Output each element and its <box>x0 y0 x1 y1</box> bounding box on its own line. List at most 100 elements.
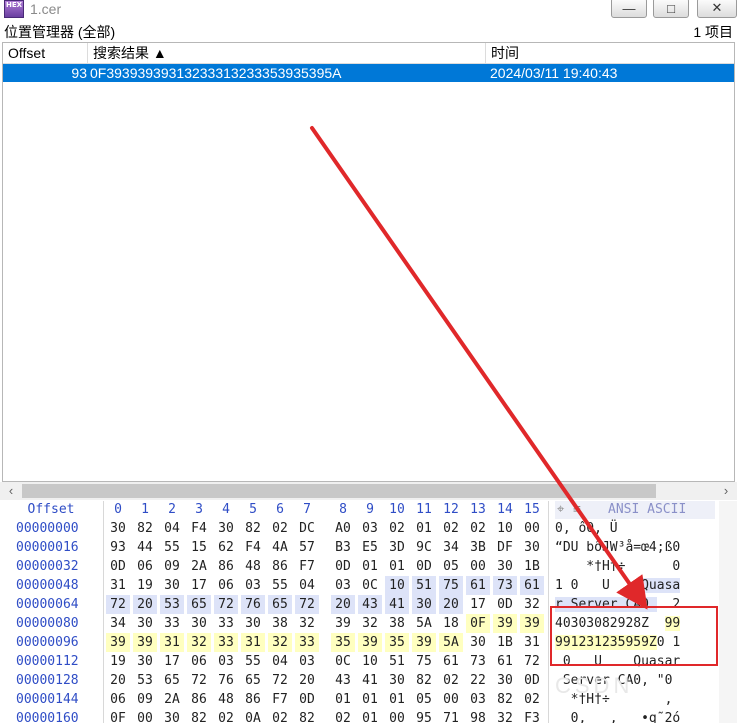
hex-byte[interactable]: 75 <box>412 652 436 671</box>
hex-byte[interactable]: 82 <box>241 519 265 538</box>
hex-byte[interactable]: 32 <box>295 614 319 633</box>
hex-byte[interactable]: 39 <box>520 614 544 633</box>
hex-byte[interactable]: 30 <box>466 633 490 652</box>
hex-byte[interactable]: 02 <box>439 671 463 690</box>
hex-byte[interactable]: 15 <box>187 538 211 557</box>
hex-byte[interactable]: 06 <box>187 652 211 671</box>
hex-byte[interactable]: 04 <box>160 519 184 538</box>
maximize-button[interactable]: □ <box>653 0 689 18</box>
hex-byte[interactable]: 5A <box>412 614 436 633</box>
hex-byte[interactable]: 39 <box>358 633 382 652</box>
hex-byte[interactable]: 30 <box>160 709 184 723</box>
hex-byte[interactable]: 41 <box>358 671 382 690</box>
hex-byte[interactable]: 02 <box>385 519 409 538</box>
hex-byte[interactable]: 51 <box>385 652 409 671</box>
hex-byte[interactable]: 01 <box>358 709 382 723</box>
hex-byte[interactable]: 57 <box>295 538 319 557</box>
hex-byte[interactable]: 86 <box>268 557 292 576</box>
hex-byte[interactable]: 43 <box>331 671 355 690</box>
hex-byte[interactable]: 2A <box>187 557 211 576</box>
hex-byte[interactable]: 03 <box>466 690 490 709</box>
hex-byte[interactable]: 86 <box>214 557 238 576</box>
minimize-button[interactable]: — <box>611 0 647 18</box>
hex-byte[interactable]: 30 <box>241 614 265 633</box>
hex-byte[interactable]: 30 <box>214 519 238 538</box>
hex-byte[interactable]: 00 <box>439 690 463 709</box>
hex-byte[interactable]: 93 <box>106 538 130 557</box>
scroll-left-icon[interactable]: ‹ <box>2 482 20 500</box>
hex-byte[interactable]: 76 <box>214 671 238 690</box>
hex-byte[interactable]: 61 <box>493 652 517 671</box>
hex-byte[interactable]: 38 <box>385 614 409 633</box>
hex-byte[interactable]: 0A <box>241 709 265 723</box>
hex-byte[interactable]: 02 <box>268 519 292 538</box>
hex-byte[interactable]: 30 <box>493 671 517 690</box>
search-results-list[interactable]: Offset 搜索结果 ▲ 时间 93 0F393939393132333132… <box>2 42 735 482</box>
hex-byte[interactable]: F4 <box>187 519 211 538</box>
hex-byte[interactable]: 32 <box>493 709 517 723</box>
hex-byte[interactable]: 55 <box>160 538 184 557</box>
ascii-text[interactable]: r Server CA0 2 <box>555 595 702 614</box>
hex-byte[interactable]: 03 <box>214 652 238 671</box>
hex-byte[interactable]: 30 <box>412 595 436 614</box>
hex-byte[interactable]: 20 <box>331 595 355 614</box>
hex-byte[interactable]: 53 <box>133 671 157 690</box>
hex-byte[interactable]: 33 <box>160 614 184 633</box>
hex-byte[interactable]: 71 <box>439 709 463 723</box>
hex-byte[interactable]: 32 <box>187 633 211 652</box>
hex-byte[interactable]: 73 <box>466 652 490 671</box>
hex-byte[interactable]: 48 <box>214 690 238 709</box>
hex-byte[interactable]: 82 <box>412 671 436 690</box>
hex-row[interactable]: 00000096 39 39 31 32 33 31 32 33 35 39 35 39 5A 30 1B 31… <box>0 633 737 652</box>
hex-byte[interactable]: 04 <box>295 576 319 595</box>
hex-byte[interactable]: 03 <box>358 519 382 538</box>
hex-byte[interactable]: 72 <box>187 671 211 690</box>
ascii-text[interactable]: 0 U Quasar <box>555 652 702 671</box>
hex-byte[interactable]: 98 <box>466 709 490 723</box>
hex-byte[interactable]: 72 <box>520 652 544 671</box>
hex-byte[interactable]: 17 <box>160 652 184 671</box>
hex-row[interactable]: 00000032 0D 06 09 2A 86 48 86 F7 0D 01 01 0D 05 00 30 1B… <box>0 557 737 576</box>
hex-byte[interactable]: 82 <box>187 709 211 723</box>
hex-byte[interactable]: 0D <box>331 557 355 576</box>
hex-byte[interactable]: 00 <box>385 709 409 723</box>
hex-byte[interactable]: 61 <box>520 576 544 595</box>
hex-byte[interactable]: 10 <box>358 652 382 671</box>
hex-byte[interactable]: 65 <box>187 595 211 614</box>
hex-byte[interactable]: 10 <box>493 519 517 538</box>
ascii-text[interactable]: 0‚ ô0‚ Ü <box>555 519 702 538</box>
hex-byte[interactable]: 2A <box>160 690 184 709</box>
hex-byte[interactable]: 06 <box>106 690 130 709</box>
hex-row[interactable]: 00000064 72 20 53 65 72 76 65 72 20 43 41 30 20 17 0D 32… <box>0 595 737 614</box>
hex-byte[interactable]: 02 <box>331 709 355 723</box>
hex-byte[interactable]: 01 <box>358 557 382 576</box>
hex-byte[interactable]: 20 <box>439 595 463 614</box>
ascii-text[interactable]: 991231235959Z0 1 <box>555 633 702 652</box>
hex-byte[interactable]: 35 <box>331 633 355 652</box>
hex-byte[interactable]: 75 <box>439 576 463 595</box>
hex-byte[interactable]: DF <box>493 538 517 557</box>
hex-byte[interactable]: 82 <box>493 690 517 709</box>
hex-byte[interactable]: 41 <box>385 595 409 614</box>
list-item[interactable]: 93 0F39393939313233313233353935395A 2024… <box>3 64 734 82</box>
hex-byte[interactable]: 72 <box>268 671 292 690</box>
column-header-search-result[interactable]: 搜索结果 ▲ <box>88 43 486 63</box>
hex-byte[interactable]: 09 <box>160 557 184 576</box>
hex-byte[interactable]: 22 <box>466 671 490 690</box>
hex-row[interactable]: 00000016 93 44 55 15 62 F4 4A 57 B3 E5 3D 9C 34 3B DF 30… <box>0 538 737 557</box>
hex-byte[interactable]: 0F <box>466 614 490 633</box>
hex-byte[interactable]: 17 <box>466 595 490 614</box>
hex-byte[interactable]: 06 <box>214 576 238 595</box>
hex-byte[interactable]: 0F <box>106 709 130 723</box>
hex-byte[interactable]: 20 <box>106 671 130 690</box>
hex-byte[interactable]: 61 <box>439 652 463 671</box>
scroll-right-icon[interactable]: › <box>717 482 735 500</box>
hex-byte[interactable]: 65 <box>268 595 292 614</box>
hex-byte[interactable]: 39 <box>106 633 130 652</box>
hex-byte[interactable]: 72 <box>106 595 130 614</box>
hex-byte[interactable]: 01 <box>385 557 409 576</box>
hex-byte[interactable]: 00 <box>466 557 490 576</box>
column-header-offset[interactable]: Offset <box>3 43 88 63</box>
hex-row[interactable]: 00000000 30 82 04 F4 30 82 02 DC A0 03 02 01 02 02 10 00… <box>0 519 737 538</box>
hex-byte[interactable]: 72 <box>214 595 238 614</box>
